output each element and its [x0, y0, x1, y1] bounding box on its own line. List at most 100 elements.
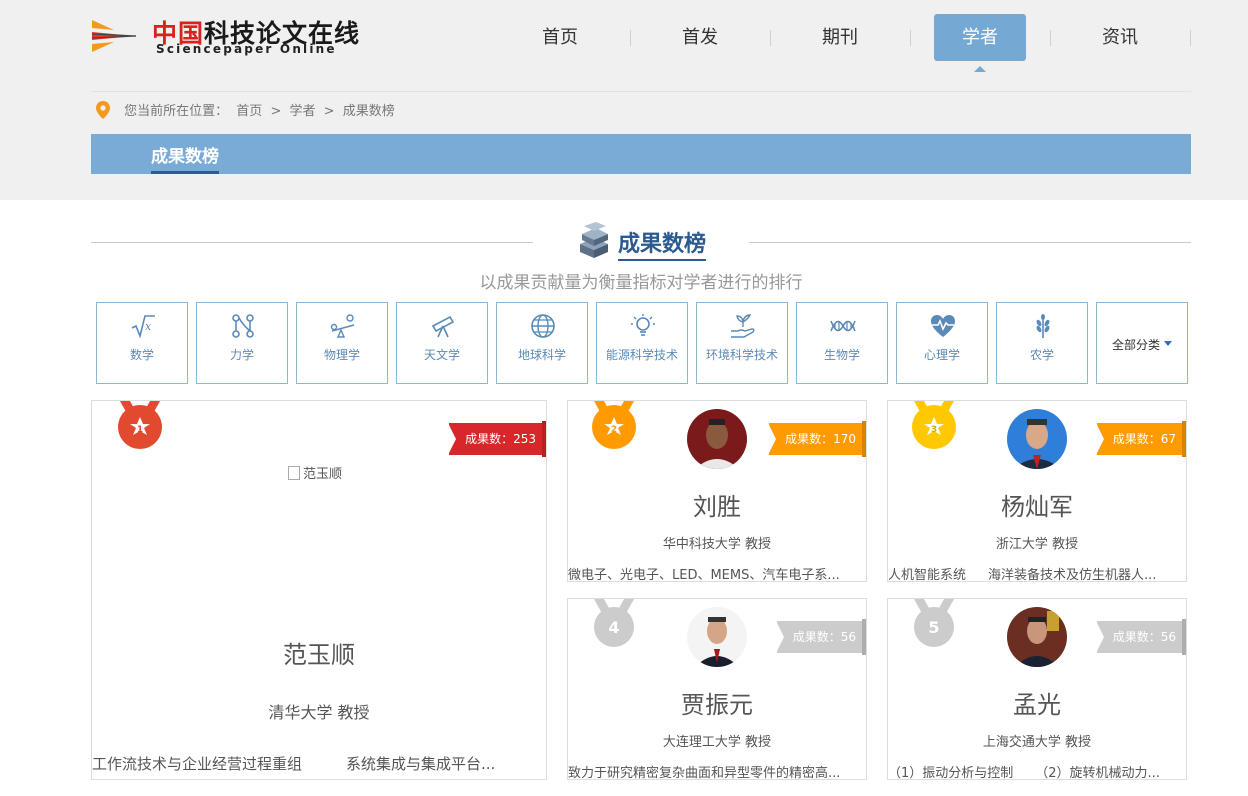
keyword: 工作流技术与企业经营过程重组 — [92, 755, 303, 773]
scholar-card-rank-5[interactable]: 5 成果数：56 孟光 上海交通大学 教授 （1）振动分析与控制 （2）旋转机械动… — [887, 598, 1187, 780]
keyword: 海洋装备技术及仿生机器人... — [988, 568, 1157, 582]
site-logo[interactable]: 中国科技论文在线 Sciencepaper Online — [90, 14, 380, 60]
caret-down-icon — [1164, 341, 1172, 350]
rank-medal-5-icon: 5 — [914, 599, 954, 647]
scholar-card-rank-1[interactable]: 1 成果数：253 范玉顺 范玉顺 清华大学 教授 工作流技术与企业经营过程重组… — [91, 400, 547, 780]
scholar-affiliation: 清华大学 教授 — [268, 703, 370, 722]
logo-arrow-icon — [91, 20, 137, 52]
breadcrumb-scholars[interactable]: 学者 — [290, 104, 316, 119]
scholar-card-rank-4[interactable]: 4 成果数：56 贾振元 大连理工大学 教授 致力于研究精密复杂曲面和异型零件的… — [567, 598, 867, 780]
breadcrumb-home[interactable]: 首页 — [236, 104, 262, 119]
sqrt-icon: x — [131, 315, 155, 339]
category-label: 环境科学技术 — [705, 348, 778, 362]
count-ribbon: 成果数：56 — [1095, 621, 1186, 653]
count-ribbon: 成果数：67 — [1095, 423, 1186, 455]
section-subtitle: 以成果贡献量为衡量指标对学者进行的排行 — [479, 273, 803, 293]
breadcrumb-separator: > — [270, 104, 282, 119]
scholar-name[interactable]: 孟光 — [888, 685, 1186, 720]
scholar-card-rank-3[interactable]: 3 成果数：67 杨灿军 浙江大学 教授 人机智能系统 海洋装备技术及仿生机器人.… — [887, 400, 1187, 582]
svg-text:x: x — [145, 320, 152, 333]
keyword: （1）振动分析与控制 — [888, 766, 1014, 780]
category-energy[interactable]: 能源科学技术 — [596, 302, 688, 384]
category-biology[interactable]: 生物学 — [796, 302, 888, 384]
scholar-card-rank-2[interactable]: 2 成果数：170 刘胜 华中科技大学 教授 微电子、光电子、LED、MEMS、… — [567, 400, 867, 582]
rank-number: 2 — [611, 425, 617, 435]
keyword: 致力于研究精密复杂曲面和异型零件的精密高... — [568, 766, 841, 780]
telescope-icon — [431, 315, 455, 338]
all-categories-label: 全部分类 — [1097, 336, 1187, 353]
scholar-affiliation: 华中科技大学 教授 — [662, 537, 772, 552]
all-categories-dropdown[interactable]: 全部分类 — [1096, 302, 1188, 384]
category-label: 物理学 — [323, 348, 360, 362]
section-line-right — [749, 242, 1191, 243]
breadcrumb-prefix: 您当前所在位置： — [124, 104, 229, 119]
category-label: 数学 — [129, 348, 154, 362]
keyword: 系统集成与集成平台... — [346, 755, 496, 773]
scholar-name[interactable]: 范玉顺 — [92, 635, 546, 670]
rank-medal-4-icon: 4 — [594, 599, 634, 647]
breadcrumb-current: 成果数榜 — [342, 104, 395, 119]
category-earth-science[interactable]: 地球科学 — [496, 302, 588, 384]
scholar-keywords: 人机智能系统 海洋装备技术及仿生机器人... — [888, 564, 1186, 582]
count-ribbon: 成果数：253 — [448, 423, 546, 455]
bulb-icon — [631, 314, 655, 336]
category-environment[interactable]: 环境科学技术 — [696, 302, 788, 384]
scholar-name[interactable]: 杨灿军 — [888, 487, 1186, 522]
nav-divider — [630, 30, 631, 46]
globe-icon — [531, 314, 555, 338]
count-ribbon: 成果数：170 — [768, 423, 866, 455]
tab-achievement-ranking[interactable]: 成果数榜 — [151, 142, 219, 174]
keyword: 微电子、光电子、LED、MEMS、汽车电子系... — [568, 568, 840, 582]
breadcrumb-separator: > — [323, 104, 335, 119]
category-label: 天文学 — [423, 348, 460, 362]
scholar-photo: 范玉顺 — [288, 463, 342, 482]
category-label: 农学 — [1029, 348, 1054, 362]
nav-divider — [1190, 30, 1191, 46]
logo-text-en: Sciencepaper Online — [156, 42, 337, 56]
rank-number: 5 — [928, 618, 939, 637]
scholar-keywords: 致力于研究精密复杂曲面和异型零件的精密高... — [568, 762, 866, 780]
scholar-keywords: 工作流技术与企业经营过程重组 系统集成与集成平台... — [92, 753, 546, 774]
category-astronomy[interactable]: 天文学 — [396, 302, 488, 384]
nav-divider — [1050, 30, 1051, 46]
nav-news[interactable]: 资讯 — [1074, 14, 1166, 61]
avatar — [1007, 409, 1067, 469]
category-math[interactable]: x 数学 — [96, 302, 188, 384]
scholar-keywords: 微电子、光电子、LED、MEMS、汽车电子系... — [568, 564, 866, 582]
nav-scholars[interactable]: 学者 — [934, 14, 1026, 72]
physics-icon — [330, 314, 355, 338]
category-physics[interactable]: 物理学 — [296, 302, 388, 384]
category-label: 能源科学技术 — [605, 348, 678, 362]
scholar-name[interactable]: 贾振元 — [568, 685, 866, 720]
nav-divider — [770, 30, 771, 46]
plant-hand-icon — [731, 314, 755, 338]
breadcrumb: 您当前所在位置： 首页 > 学者 > 成果数榜 — [96, 100, 399, 119]
books-icon — [580, 222, 608, 258]
sub-tab-bar: 成果数榜 — [91, 134, 1191, 174]
category-mechanics[interactable]: 力学 — [196, 302, 288, 384]
scholar-affiliation: 上海交通大学 教授 — [982, 735, 1092, 750]
location-pin-icon — [96, 101, 110, 119]
header-divider — [91, 91, 1191, 92]
keyword: 人机智能系统 — [888, 568, 967, 582]
nav-first-publish[interactable]: 首发 — [654, 14, 746, 61]
category-psychology[interactable]: 心理学 — [896, 302, 988, 384]
rank-medal-1-icon: 1 — [118, 401, 162, 449]
category-label: 地球科学 — [517, 348, 566, 362]
avatar — [1007, 607, 1067, 667]
nav-home[interactable]: 首页 — [514, 14, 606, 61]
nav-divider — [910, 30, 911, 46]
dna-icon — [830, 320, 856, 332]
scholar-affiliation: 大连理工大学 教授 — [662, 735, 772, 750]
nav-journals[interactable]: 期刊 — [794, 14, 886, 61]
keyword: （2）旋转机械动力... — [1035, 766, 1160, 780]
category-label: 力学 — [229, 348, 254, 362]
rank-number: 3 — [931, 425, 937, 435]
scholar-name[interactable]: 刘胜 — [568, 487, 866, 522]
category-label: 生物学 — [823, 348, 860, 362]
rank-number: 1 — [137, 425, 143, 435]
mechanics-icon — [232, 314, 254, 338]
header-area: 中国科技论文在线 Sciencepaper Online 首页 首发 期刊 学者… — [0, 0, 1248, 200]
scholar-affiliation: 浙江大学 教授 — [995, 537, 1079, 552]
category-agronomy[interactable]: 农学 — [996, 302, 1088, 384]
